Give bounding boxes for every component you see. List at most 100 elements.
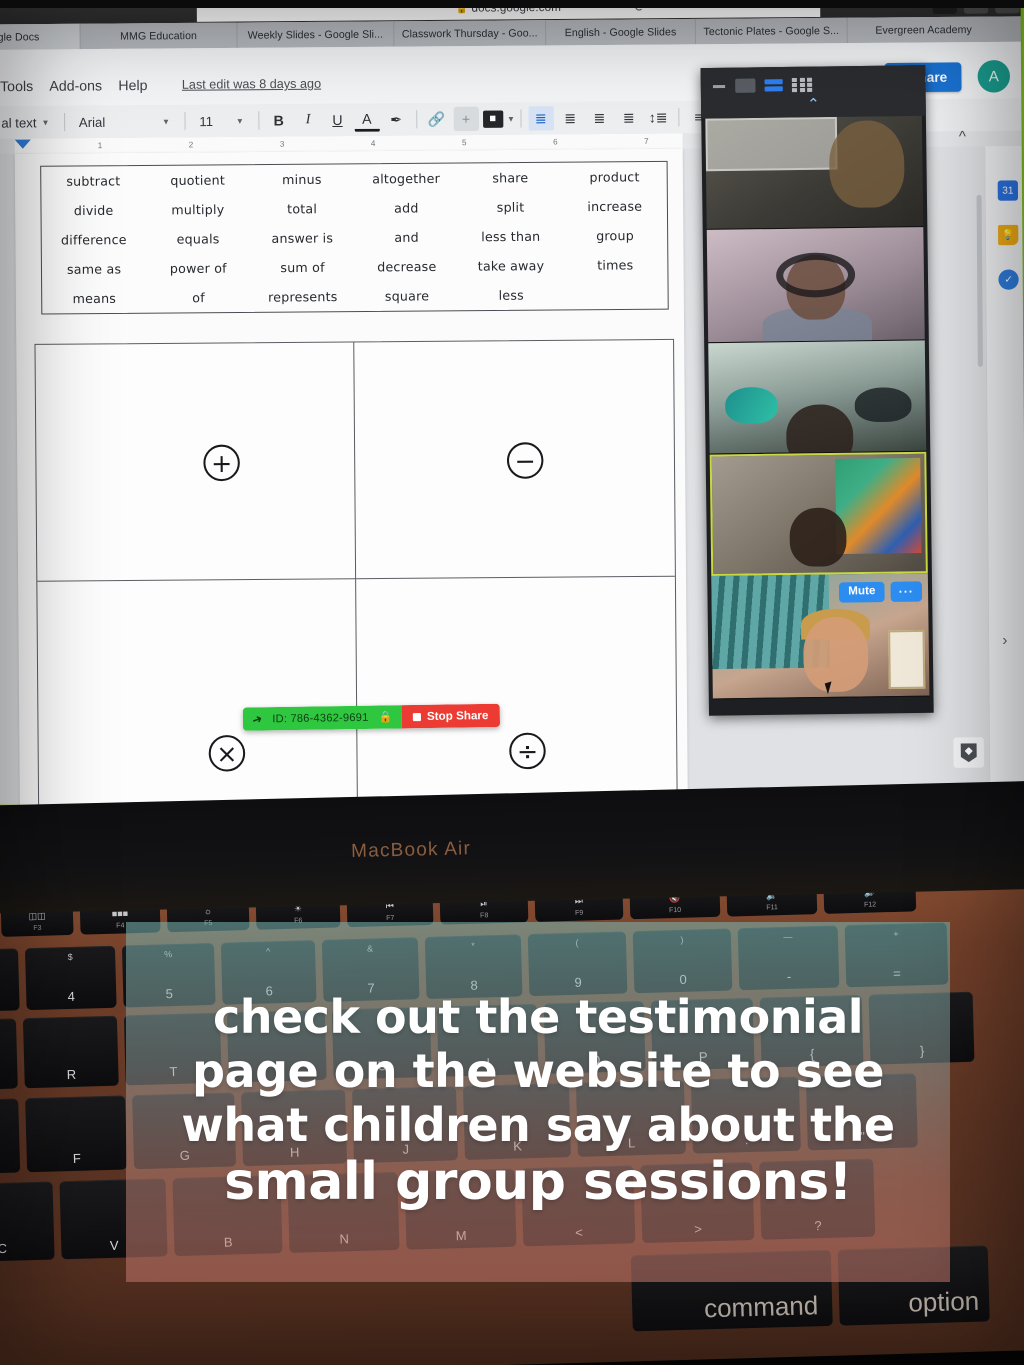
key-fn-label: F8 bbox=[480, 912, 489, 920]
collapse-toolbar-caret-icon[interactable]: ^ bbox=[959, 128, 966, 145]
zoom-window-titlebar: ⌃ bbox=[700, 65, 926, 119]
key-d[interactable]: D bbox=[0, 1098, 21, 1176]
tab-google-docs[interactable]: gle Docs bbox=[0, 23, 81, 50]
meeting-id-label: ID: 786-4362-9691 bbox=[272, 711, 369, 725]
menu-item-help[interactable]: Help bbox=[118, 77, 147, 93]
key-fn-label: F10 bbox=[669, 906, 682, 915]
word-bank-table: subtract quotient minus altogether share… bbox=[40, 160, 669, 315]
quadrant-divide[interactable]: ÷ bbox=[356, 577, 677, 816]
key-label: 4 bbox=[67, 988, 76, 1005]
tab-mmg-education[interactable]: MMG Education bbox=[80, 22, 238, 50]
minimize-icon[interactable] bbox=[711, 79, 727, 93]
share-arrow-icon[interactable]: ➜ bbox=[250, 711, 265, 728]
tab-weekly-slides[interactable]: Weekly Slides - Google Sli... bbox=[237, 21, 395, 48]
quadrant-minus[interactable]: − bbox=[354, 339, 675, 580]
last-edit-link[interactable]: Last edit was 8 days ago bbox=[182, 77, 321, 92]
collapse-caret-icon[interactable]: ⌃ bbox=[701, 93, 926, 114]
participant-tile-1[interactable] bbox=[705, 115, 924, 230]
participant-controls: Mute ··· bbox=[839, 581, 923, 603]
mute-button[interactable]: Mute bbox=[839, 581, 885, 603]
insert-image-icon[interactable]: ■ bbox=[482, 110, 503, 128]
text-color-button[interactable]: A bbox=[354, 107, 380, 132]
calendar-icon[interactable]: 31 bbox=[997, 180, 1019, 201]
key-3[interactable]: # 3 bbox=[0, 948, 20, 1013]
highlight-icon[interactable]: ✒ bbox=[383, 107, 408, 131]
stop-share-button[interactable]: Stop Share bbox=[401, 703, 500, 729]
key-4[interactable]: $ 4 bbox=[24, 945, 117, 1011]
font-size-select[interactable]: 11 ▼ bbox=[190, 113, 253, 129]
table-cell: equals bbox=[176, 231, 220, 247]
single-view-icon[interactable] bbox=[735, 78, 756, 93]
multiply-icon: × bbox=[208, 734, 246, 772]
underline-button[interactable]: U bbox=[325, 108, 350, 132]
keep-icon[interactable]: 💡 bbox=[998, 224, 1019, 246]
quadrant-multiply[interactable]: × bbox=[37, 579, 358, 819]
zoom-meeting-window[interactable]: ⌃ Mute ··· bbox=[700, 65, 934, 716]
key-glyph: ◫◫ bbox=[28, 910, 46, 922]
chevron-down-icon: ▼ bbox=[41, 117, 50, 127]
key-label: option bbox=[907, 1285, 980, 1318]
participant-tile-4-active-speaker[interactable] bbox=[709, 451, 928, 576]
align-right-icon[interactable]: ≣ bbox=[587, 106, 612, 130]
table-cell: divide bbox=[73, 202, 114, 219]
table-cell: decrease bbox=[377, 258, 437, 275]
screen-share-control-bar[interactable]: ➜ ID: 786-4362-9691 🔒 Stop Share bbox=[242, 703, 500, 731]
line-spacing-icon[interactable]: ↕≣ bbox=[645, 105, 670, 129]
table-cell: altogether bbox=[372, 170, 441, 187]
tab-tectonic-plates[interactable]: Tectonic Plates - Google S... bbox=[695, 17, 848, 45]
participant-tile-2[interactable] bbox=[706, 227, 925, 344]
menu-item-tools[interactable]: Tools bbox=[0, 78, 33, 94]
align-left-icon[interactable]: ≣ bbox=[528, 106, 554, 131]
add-comment-icon[interactable]: + bbox=[453, 106, 479, 132]
key-c[interactable]: C bbox=[0, 1181, 55, 1263]
avatar-initial: A bbox=[988, 67, 999, 85]
paragraph-style-select[interactable]: al text ▼ bbox=[0, 115, 59, 131]
menu-item-addons[interactable]: Add-ons bbox=[49, 77, 102, 94]
table-cell bbox=[563, 279, 667, 309]
participant-tile-5[interactable]: Mute ··· bbox=[711, 573, 930, 700]
ruler-mark-6: 6 bbox=[553, 137, 558, 147]
minus-icon: − bbox=[506, 442, 544, 479]
speaker-view-icon[interactable] bbox=[763, 78, 783, 92]
key-fn-label: F3 bbox=[33, 924, 42, 932]
tab-classwork-thursday[interactable]: Classwork Thursday - Goo... bbox=[394, 20, 547, 47]
divider bbox=[257, 111, 260, 130]
table-cell: less bbox=[498, 287, 524, 303]
chevron-down-icon: ▼ bbox=[161, 116, 170, 126]
tasks-icon[interactable]: ✓ bbox=[998, 269, 1019, 290]
tile-background-shape bbox=[724, 386, 779, 424]
align-justify-icon[interactable]: ≣ bbox=[616, 105, 641, 129]
chevron-right-icon[interactable]: › bbox=[1002, 632, 1007, 649]
explore-button[interactable] bbox=[952, 736, 986, 769]
table-cell: means bbox=[72, 290, 117, 307]
key-fn-label: F9 bbox=[574, 909, 584, 917]
gallery-view-icon[interactable] bbox=[791, 77, 813, 93]
italic-button[interactable]: I bbox=[295, 108, 320, 132]
bold-button[interactable]: B bbox=[266, 108, 291, 132]
quadrant-plus[interactable]: + bbox=[35, 342, 357, 582]
table-cell: and bbox=[394, 229, 419, 245]
table-cell: multiply bbox=[171, 201, 225, 218]
laptop-display: 🔒 docs.google.com ⟳ ⬇ ⇧ ⎘ gle Docs MMG E… bbox=[0, 0, 1024, 822]
key-r[interactable]: R bbox=[22, 1015, 119, 1089]
lock-icon[interactable]: 🔒 bbox=[379, 710, 393, 723]
participant-tile-3[interactable] bbox=[708, 340, 927, 455]
menu-item-group: Tools Add-ons Help Last edit was 8 days … bbox=[0, 76, 321, 95]
align-center-icon[interactable]: ≣ bbox=[557, 106, 582, 130]
font-family-select[interactable]: Arial ▼ bbox=[70, 114, 179, 130]
key-label: R bbox=[66, 1066, 77, 1083]
tile-background-shape bbox=[835, 457, 922, 555]
table-cell: represents bbox=[268, 288, 338, 305]
table-cell: same as bbox=[66, 261, 122, 277]
table-cell: difference bbox=[60, 231, 127, 248]
macbook-model-label: MacBook Air bbox=[350, 838, 472, 863]
chevron-down-icon[interactable]: ▼ bbox=[507, 114, 515, 123]
more-options-button[interactable]: ··· bbox=[890, 581, 923, 602]
link-icon[interactable]: 🔗 bbox=[424, 107, 449, 131]
avatar[interactable]: A bbox=[977, 59, 1011, 93]
key-e[interactable]: E bbox=[0, 1018, 18, 1092]
tab-english[interactable]: English - Google Slides bbox=[546, 18, 697, 46]
tab-evergreen-academy[interactable]: Evergreen Academy bbox=[848, 17, 1000, 43]
indent-marker[interactable] bbox=[14, 139, 31, 149]
key-f[interactable]: F bbox=[25, 1095, 128, 1173]
